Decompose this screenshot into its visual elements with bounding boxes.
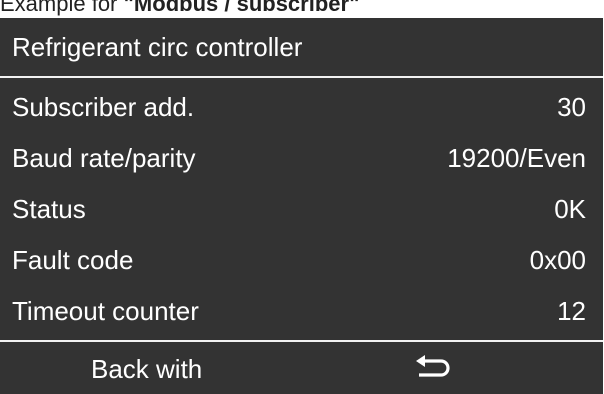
row-value: 0x00 <box>529 245 586 275</box>
title-divider <box>0 76 603 78</box>
figure-caption: Example for "Modbus / subscriber" <box>0 0 360 17</box>
row-timeout-counter[interactable]: Timeout counter 12 <box>0 286 603 337</box>
row-label: Subscriber add. <box>12 92 195 122</box>
row-subscriber-address[interactable]: Subscriber add. 30 <box>0 82 603 133</box>
back-label: Back with <box>91 354 203 384</box>
row-label: Baud rate/parity <box>12 143 196 173</box>
controller-display: Refrigerant circ controller Subscriber a… <box>0 18 603 394</box>
row-value: 30 <box>557 92 586 122</box>
row-value: 19200/Even <box>447 143 586 173</box>
row-label: Status <box>12 194 86 224</box>
row-baud-rate-parity[interactable]: Baud rate/parity 19200/Even <box>0 133 603 184</box>
return-arrow-icon[interactable] <box>413 355 453 383</box>
footer-bar[interactable]: Back with <box>0 342 603 394</box>
row-label: Timeout counter <box>12 296 199 326</box>
row-label: Fault code <box>12 245 134 275</box>
caption-prefix: Example for <box>0 0 124 16</box>
row-fault-code[interactable]: Fault code 0x00 <box>0 235 603 286</box>
title-bar: Refrigerant circ controller <box>0 18 603 76</box>
row-value: 0K <box>554 194 586 224</box>
caption-title: "Modbus / subscriber" <box>123 0 360 16</box>
parameter-list: Subscriber add. 30 Baud rate/parity 1920… <box>0 82 603 337</box>
row-status[interactable]: Status 0K <box>0 184 603 235</box>
row-value: 12 <box>557 296 586 326</box>
screen-title: Refrigerant circ controller <box>12 32 303 62</box>
